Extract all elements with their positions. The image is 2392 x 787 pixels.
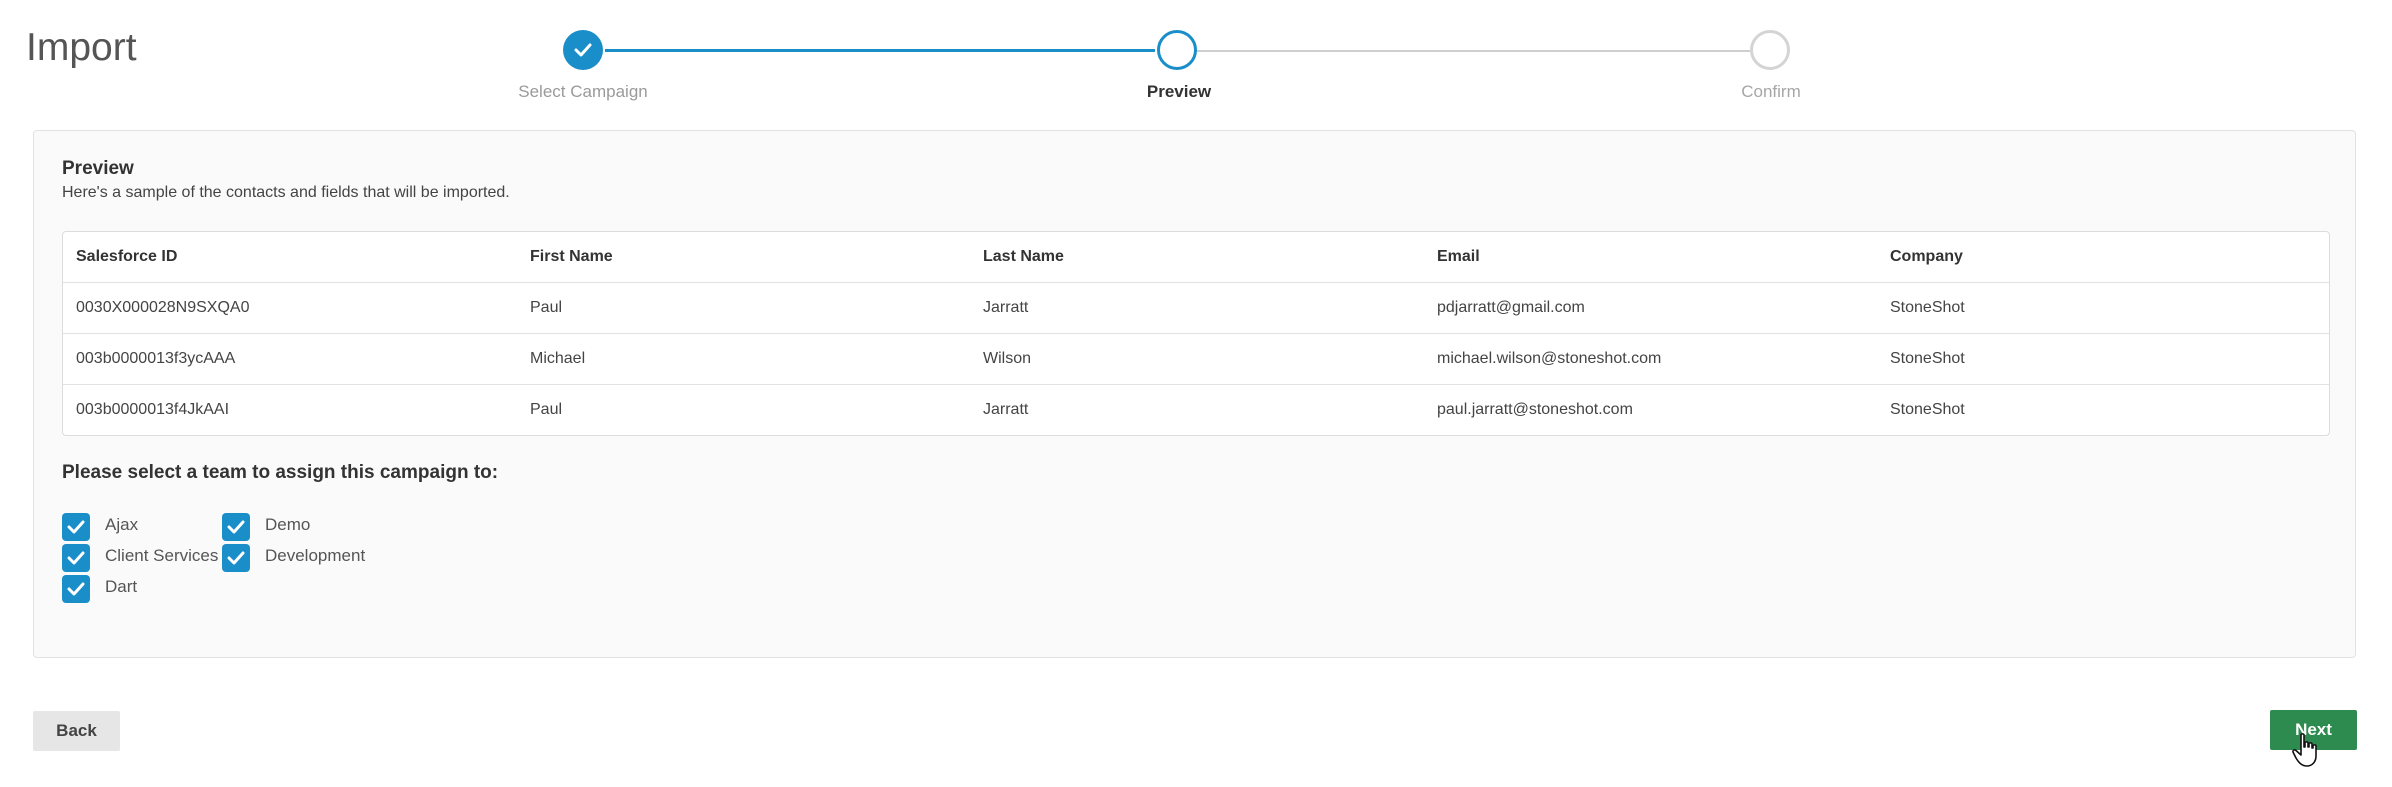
table-row: 003b0000013f3ycAAA Michael Wilson michae… xyxy=(63,334,2329,385)
cell-company: StoneShot xyxy=(1890,401,1965,418)
cell-company: StoneShot xyxy=(1890,350,1965,367)
checkbox-checked-icon[interactable] xyxy=(62,544,90,572)
step-preview-label: Preview xyxy=(1146,82,1212,101)
cell-last-name: Jarratt xyxy=(983,401,1029,418)
cell-email: michael.wilson@stoneshot.com xyxy=(1437,350,1662,367)
column-header-salesforce-id: Salesforce ID xyxy=(76,248,178,265)
import-stepper: Select Campaign Preview Confirm xyxy=(0,0,2392,120)
preview-subtitle: Here's a sample of the contacts and fiel… xyxy=(62,184,510,201)
table-header-row: Salesforce ID First Name Last Name Email… xyxy=(63,232,2329,283)
checkbox-checked-icon[interactable] xyxy=(222,544,250,572)
cell-salesforce-id: 003b0000013f3ycAAA xyxy=(76,350,236,367)
step-select-campaign-label[interactable]: Select Campaign xyxy=(453,82,713,102)
stepper-line-upcoming xyxy=(1195,50,1750,52)
column-header-email: Email xyxy=(1437,248,1480,265)
team-label-demo[interactable]: Demo xyxy=(265,513,310,537)
back-button[interactable]: Back xyxy=(33,711,120,751)
table-row: 0030X000028N9SXQA0 Paul Jarratt pdjarrat… xyxy=(63,283,2329,334)
cell-email: pdjarratt@gmail.com xyxy=(1437,299,1585,316)
column-header-company: Company xyxy=(1890,248,1963,265)
import-page: Import Select Campaign Preview Confirm P… xyxy=(0,0,2392,787)
hand-pointer-cursor-icon xyxy=(2292,733,2317,767)
stepper-line-completed xyxy=(605,49,1155,52)
checkbox-checked-icon[interactable] xyxy=(62,575,90,603)
contacts-preview-table: Salesforce ID First Name Last Name Email… xyxy=(62,231,2330,436)
cell-company: StoneShot xyxy=(1890,299,1965,316)
cell-last-name: Jarratt xyxy=(983,299,1029,316)
column-header-first-name: First Name xyxy=(530,248,613,265)
step-confirm-label: Confirm xyxy=(1741,82,1801,101)
column-header-last-name: Last Name xyxy=(983,248,1064,265)
team-label-ajax[interactable]: Ajax xyxy=(105,513,138,537)
checkbox-checked-icon[interactable] xyxy=(62,513,90,541)
preview-title: Preview xyxy=(62,158,134,179)
team-label-development[interactable]: Development xyxy=(265,544,365,568)
step-preview-indicator xyxy=(1157,30,1197,70)
step-confirm-indicator xyxy=(1750,30,1790,70)
cell-salesforce-id: 003b0000013f4JkAAI xyxy=(76,401,230,418)
cell-first-name: Paul xyxy=(530,299,563,316)
checkbox-checked-icon[interactable] xyxy=(222,513,250,541)
team-label-client-services[interactable]: Client Services xyxy=(105,544,218,568)
step-select-campaign-indicator[interactable] xyxy=(563,30,603,70)
check-icon xyxy=(574,43,592,57)
cell-salesforce-id: 0030X000028N9SXQA0 xyxy=(76,299,250,316)
team-select-heading: Please select a team to assign this camp… xyxy=(62,462,499,483)
cell-email: paul.jarratt@stoneshot.com xyxy=(1437,401,1633,418)
preview-card: Preview Here's a sample of the contacts … xyxy=(33,130,2356,658)
team-label-dart[interactable]: Dart xyxy=(105,575,137,599)
table-row: 003b0000013f4JkAAI Paul Jarratt paul.jar… xyxy=(63,385,2329,435)
cell-first-name: Michael xyxy=(530,350,586,367)
cell-first-name: Paul xyxy=(530,401,563,418)
cell-last-name: Wilson xyxy=(983,350,1032,367)
